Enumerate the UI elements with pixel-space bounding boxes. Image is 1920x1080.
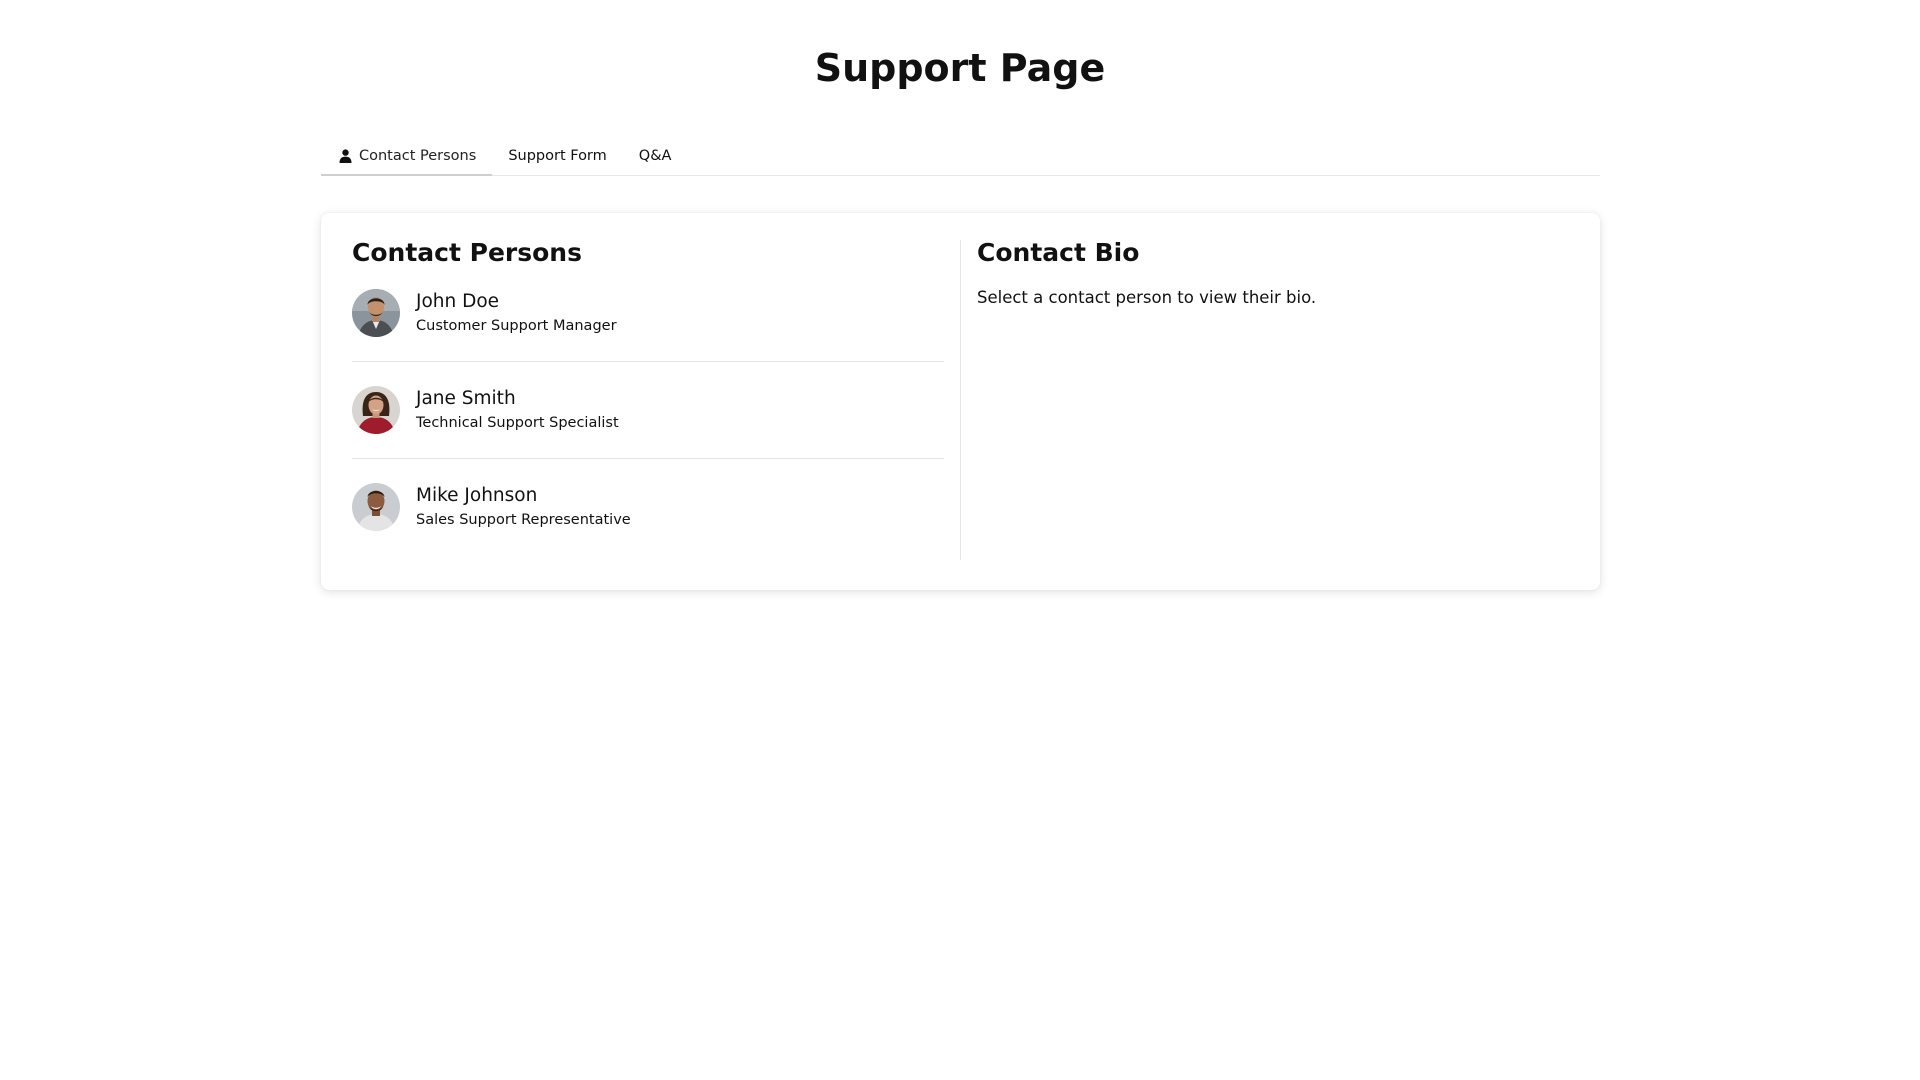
contact-item-jane-smith[interactable]: Jane Smith Technical Support Specialist [352, 385, 944, 459]
panel-divider [960, 240, 961, 560]
person-icon [337, 148, 353, 164]
avatar [352, 483, 400, 531]
tab-label: Contact Persons [359, 148, 477, 164]
tab-support-form[interactable]: Support Form [492, 137, 622, 175]
tab-label: Q&A [638, 148, 672, 164]
contact-name: John Doe [416, 291, 500, 312]
contact-item-mike-johnson[interactable]: Mike Johnson Sales Support Representativ… [352, 482, 944, 532]
tab-bar: Contact Persons Support Form Q&A [321, 137, 1600, 176]
contact-name: Jane Smith [416, 388, 516, 409]
contact-card: Contact Persons John Doe Customer Suppor… [321, 213, 1600, 590]
contact-bio-panel: Contact Bio Select a contact person to v… [977, 235, 1569, 310]
contact-role: Customer Support Manager [416, 318, 617, 334]
avatar [352, 289, 400, 337]
contact-persons-title: Contact Persons [352, 238, 582, 267]
tab-contact-persons[interactable]: Contact Persons [321, 138, 493, 176]
avatar [352, 386, 400, 434]
contact-list: John Doe Customer Support Manager Jane S… [352, 288, 944, 532]
contact-item-john-doe[interactable]: John Doe Customer Support Manager [352, 288, 944, 362]
contact-text: John Doe Customer Support Manager [416, 289, 617, 337]
contact-text: Jane Smith Technical Support Specialist [416, 386, 619, 434]
contact-text: Mike Johnson Sales Support Representativ… [416, 483, 631, 531]
contact-name: Mike Johnson [416, 485, 538, 506]
bio-placeholder-text: Select a contact person to view their bi… [977, 288, 1317, 307]
contact-persons-panel: Contact Persons John Doe Customer Suppor… [352, 235, 944, 532]
contact-role: Technical Support Specialist [416, 415, 619, 431]
tab-qa[interactable]: Q&A [623, 137, 688, 175]
contact-bio-title: Contact Bio [977, 238, 1140, 267]
tab-label: Support Form [508, 148, 607, 164]
contact-role: Sales Support Representative [416, 512, 631, 528]
page-title: Support Page [814, 46, 1106, 90]
support-page: Support Page Contact Persons Support For… [0, 0, 1920, 1080]
